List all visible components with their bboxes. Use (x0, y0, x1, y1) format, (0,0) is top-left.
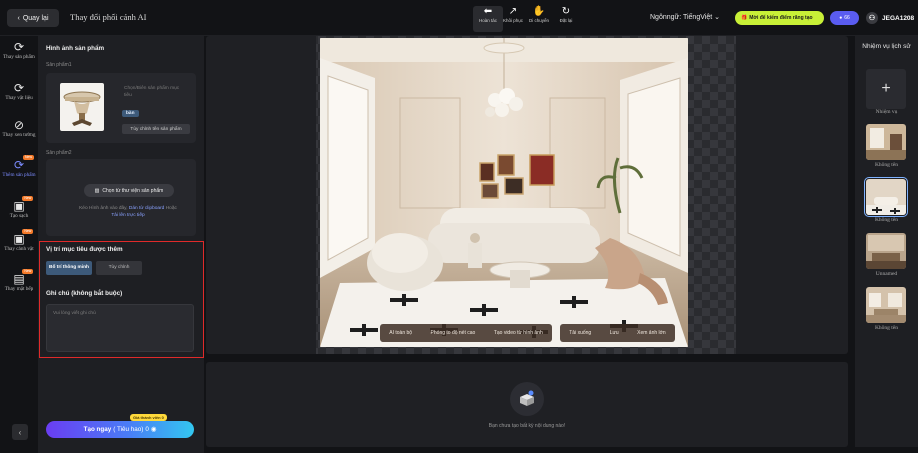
new-badge: New (22, 155, 34, 160)
add-product-icon: ⟳ New (13, 155, 34, 172)
rail-item-clean[interactable]: ▣ New Tạo sạch (2, 196, 36, 220)
history-thumb-selected[interactable] (864, 177, 908, 217)
coin-icon: ◉ (150, 426, 157, 433)
product1-card: Chọn/Biên sản phẩm mục tiêu bàn Tùy chỉn… (46, 73, 196, 143)
undo-icon: ⬅ (483, 6, 493, 17)
new-badge: New (22, 269, 34, 274)
image-to-video-button[interactable]: Tạo video từ hình ảnh (494, 330, 543, 336)
highlight-box (39, 241, 204, 358)
clean-icon: ▣ New (13, 196, 34, 213)
reset-button[interactable]: ↻ Đặt lại (551, 6, 581, 32)
image-actions-bar: AI toàn bộ Phóng to độ nét cao Tạo video… (380, 324, 552, 342)
history-thumb[interactable] (866, 287, 906, 323)
product2-label: Sản phẩm2 (46, 150, 72, 156)
wall-icon: ⊘ (13, 118, 25, 132)
coin-icon: ● (839, 15, 843, 21)
invite-promo-button[interactable]: 🎁 Mời để kiếm điểm răng tạo (735, 11, 824, 25)
paste-clipboard-link[interactable]: Dán từ clipboard (129, 206, 164, 211)
rail-item-wall[interactable]: ⊘ Thay xen tường (2, 118, 36, 139)
generate-button[interactable]: Tạo ngay ( Tiêu hao) 0 ◉ (46, 421, 194, 438)
download-button[interactable]: Tải xuống (569, 330, 591, 336)
image-actions-bar-2: Tải xuống Lưu Xem ảnh lớn (560, 324, 675, 342)
product1-tag[interactable]: bàn (122, 110, 139, 117)
material-icon: ⟳ (13, 81, 25, 95)
product1-label: Sản phẩm1 (46, 62, 72, 68)
rail-item-kitchen[interactable]: ▤ New Thay mặt bếp (2, 269, 36, 293)
kitchen-icon: ▤ New (13, 269, 34, 286)
new-badge: New (22, 196, 34, 201)
room-image[interactable] (320, 38, 688, 347)
back-label: Quay lại (22, 14, 49, 22)
swap-product-icon: ⟳ (13, 40, 25, 54)
product1-hint: Chọn/Biên sản phẩm mục tiêu (124, 86, 180, 98)
language-selector[interactable]: Ngônngữ: TiếngViệt ⌄ (650, 13, 720, 21)
empty-state-text: Bạn chưa tạo bất kỳ nội dung nào! (488, 423, 566, 429)
username: JEGA1208 (882, 14, 915, 22)
chevron-left-icon: ‹ (17, 14, 20, 22)
upscale-button[interactable]: Phóng to độ nét cao (431, 330, 476, 336)
chevron-down-icon: ⌄ (714, 14, 720, 21)
product-images-title: Hình ảnh sản phẩm (46, 45, 105, 52)
page-title: Thay đổi phối cảnh AI (70, 12, 147, 22)
avatar: ⚇ (866, 12, 878, 24)
member-price-badge: Giá thành viên 0 (130, 414, 167, 421)
new-task-button[interactable]: + (866, 69, 906, 109)
plus-icon: + (881, 80, 891, 97)
history-label: Không tên (874, 325, 899, 331)
rail-item-swap-product[interactable]: ⟳ Thay sản phẩm (2, 40, 36, 61)
rail-item-add-product[interactable]: ⟳ New Thêm sản phẩm (2, 155, 36, 179)
history-panel: Nhiệm vụ lịch sử + Nhiệm vụ Không tên Kh… (855, 36, 918, 447)
history-label: Unnamed (875, 271, 898, 277)
view-large-button[interactable]: Xem ảnh lớn (637, 330, 666, 336)
reset-icon: ↻ (561, 6, 571, 17)
history-label: Không tên (874, 162, 899, 168)
user-menu[interactable]: ⚇ JEGA1208 (866, 11, 914, 25)
history-thumb[interactable] (866, 233, 906, 269)
back-button[interactable]: ‹ Quay lại (7, 9, 59, 27)
top-bar: ‹ Quay lại Thay đổi phối cảnh AI ⬅ Hoàn … (0, 0, 918, 36)
tool-rail: ⟳ Thay sản phẩm ⟳ Thay vật liệu ⊘ Thay x… (0, 36, 38, 453)
history-title: Nhiệm vụ lịch sử (862, 43, 911, 50)
product-table-image[interactable] (60, 83, 104, 131)
history-label: Không tên (874, 217, 899, 223)
new-badge: New (22, 229, 34, 234)
history-thumb[interactable] (866, 124, 906, 160)
redo-icon: ↗ (508, 6, 518, 17)
credits-badge[interactable]: ● 66 (830, 11, 859, 25)
chevron-left-icon: ‹ (18, 427, 22, 437)
rail-item-scene[interactable]: ▣ New Thay cảnh vật (2, 229, 36, 253)
drop-hint: Kéo Hình ảnh vào đây, Dán từ clipboard H… (79, 206, 177, 218)
custom-product-name-button[interactable]: Tùy chỉnh tên sản phẩm (122, 124, 190, 134)
product2-dropzone[interactable]: ▨ Chọn từ thư viện sản phẩm Kéo Hình ảnh… (46, 159, 196, 236)
hand-move-button[interactable]: ✋ Di chuyển (524, 6, 554, 32)
pick-from-library-button[interactable]: ▨ Chọn từ thư viện sản phẩm (84, 184, 174, 197)
results-area: Bạn chưa tạo bất kỳ nội dung nào! (206, 362, 848, 447)
empty-box-icon (510, 382, 544, 416)
scene-icon: ▣ New (13, 229, 34, 246)
gift-icon: 🎁 (741, 15, 748, 21)
collapse-panel-button[interactable]: ‹ (12, 424, 28, 440)
ai-full-button[interactable]: AI toàn bộ (389, 330, 412, 336)
upload-link[interactable]: Tải lên trực tiếp (111, 213, 144, 218)
rail-item-material[interactable]: ⟳ Thay vật liệu (2, 81, 36, 102)
new-task-label: Nhiệm vụ (875, 109, 898, 115)
hand-move-icon: ✋ (532, 6, 546, 17)
image-icon: ▨ (94, 187, 100, 194)
save-button[interactable]: Lưu (610, 330, 619, 336)
